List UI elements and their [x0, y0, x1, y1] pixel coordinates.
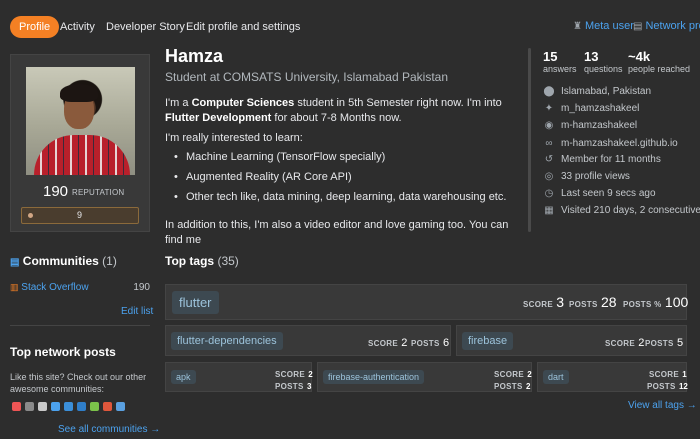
tag-score: SCORE 2	[605, 337, 645, 349]
communities-title: ▤ Communities (1)	[10, 254, 117, 268]
tab-developer-story[interactable]: Developer Story	[106, 16, 185, 38]
history-icon: ↺	[544, 154, 554, 165]
github-icon: ◉	[544, 120, 554, 131]
divider	[10, 325, 150, 326]
info-visited: ▦ Visited 210 days, 2 consecutive	[544, 205, 700, 216]
list-item: Machine Learning (TensorFlow specially)	[174, 151, 506, 171]
stat-answers-label: answers	[543, 64, 577, 74]
list-item: Other tech like, data mining, deep learn…	[174, 191, 506, 211]
user-name: Hamza	[165, 46, 224, 66]
site-icon[interactable]	[103, 402, 112, 411]
location-icon: ⬤	[543, 86, 555, 97]
top-tags-title: Top tags (35)	[165, 254, 239, 268]
tag-score: SCORE 2	[368, 337, 408, 349]
see-all-communities-link[interactable]: See all communities →	[58, 424, 160, 435]
site-icon[interactable]	[64, 402, 73, 411]
tag-posts: POSTS 5	[645, 337, 684, 349]
tag-firebase-authentication[interactable]: firebase-authentication	[323, 370, 425, 384]
network-posts-text: Like this site? Check out our other awes…	[10, 372, 147, 394]
site-icon[interactable]	[77, 402, 86, 411]
community-item[interactable]: ▥ Stack Overflow 190	[10, 282, 150, 293]
info-twitter[interactable]: ✦ m_hamzashakeel	[543, 102, 640, 116]
info-profile-views: ◎ 33 profile views	[544, 171, 630, 182]
tag-score: SCORE 3	[523, 294, 565, 310]
stack-exchange-icon: ▤	[10, 257, 20, 268]
calendar-icon: ▦	[544, 205, 554, 216]
site-icon[interactable]	[38, 402, 47, 411]
community-rep: 190	[133, 282, 150, 293]
site-icon[interactable]	[12, 402, 21, 411]
bronze-badge-icon	[28, 213, 33, 218]
info-member-since: ↺ Member for 11 months	[544, 154, 661, 165]
link-icon: ∞	[545, 138, 553, 149]
meta-user-label: Meta user	[584, 20, 634, 32]
avatar-card: 190 REPUTATION 9	[10, 54, 150, 232]
meta-user-link[interactable]: ♜ Meta user	[573, 20, 634, 32]
tag-posts: POSTS 2	[494, 382, 531, 391]
site-icon[interactable]	[51, 402, 60, 411]
tab-edit-profile[interactable]: Edit profile and settings	[186, 16, 300, 38]
network-profile-link[interactable]: ▤Network profile	[633, 20, 700, 32]
eye-icon: ◎	[544, 171, 554, 182]
tag-row-flutter-dependencies: flutter-dependencies SCORE 2 POSTS 6	[165, 325, 451, 356]
tag-dart[interactable]: dart	[543, 370, 569, 384]
tag-flutter[interactable]: flutter	[172, 291, 219, 314]
info-github[interactable]: ◉ m-hamzashakeel	[543, 119, 638, 133]
tag-posts: POSTS 3	[275, 382, 312, 391]
avatar[interactable]	[26, 67, 135, 175]
tag-row-firebase: firebase SCORE 2 POSTS 5	[456, 325, 687, 356]
tag-row-flutter: flutter SCORE 3 POSTS 28 POSTS % 100	[165, 284, 689, 320]
site-icon[interactable]	[25, 402, 34, 411]
interest-list: Machine Learning (TensorFlow specially) …	[174, 151, 506, 211]
meta-icon: ♜	[573, 21, 582, 32]
stat-questions-value: 13	[584, 49, 599, 64]
site-icon[interactable]	[116, 402, 125, 411]
clock-icon: ◷	[544, 188, 554, 199]
tag-row-firebase-authentication: firebase-authentication SCORE 2 POSTS 2	[317, 362, 532, 392]
bio-paragraph-3: In addition to this, I'm also a video ed…	[165, 219, 509, 246]
tag-flutter-dependencies[interactable]: flutter-dependencies	[171, 332, 283, 350]
stack-exchange-icon: ▤	[633, 21, 643, 32]
stack-overflow-icon: ▥	[10, 282, 19, 292]
list-item: Augmented Reality (AR Core API)	[174, 171, 506, 191]
bio-paragraph-2: I'm really interested to learn:	[165, 132, 303, 144]
tag-posts: POSTS 6	[411, 337, 450, 349]
tab-activity[interactable]: Activity	[60, 16, 95, 38]
network-profile-label: Network profile	[645, 20, 700, 32]
stat-reach-value: ~4k	[628, 49, 651, 64]
tag-row-apk: apk SCORE 2 POSTS 3	[165, 362, 313, 392]
network-posts-title: Top network posts	[10, 345, 116, 359]
info-website[interactable]: ∞ m-hamzashakeel.github.io	[543, 137, 677, 151]
reputation-label: REPUTATION	[72, 188, 125, 197]
tab-profile[interactable]: Profile	[10, 16, 60, 38]
site-icon[interactable]	[90, 402, 99, 411]
reputation-value: 190	[43, 183, 69, 200]
tag-posts: POSTS 28	[569, 294, 617, 310]
stat-questions-label: questions	[584, 64, 623, 74]
tag-posts-percent: POSTS % 100	[623, 294, 689, 310]
tag-posts: POSTS 12	[647, 382, 688, 391]
user-title: Student at COMSATS University, Islamabad…	[165, 70, 449, 84]
edit-communities-link[interactable]: Edit list	[121, 306, 153, 317]
info-location: ⬤ Islamabad, Pakistan	[543, 86, 652, 97]
bronze-badges[interactable]: 9	[21, 207, 139, 224]
twitter-icon: ✦	[544, 103, 554, 114]
tag-row-dart: dart SCORE 1 POSTS 12	[537, 362, 688, 392]
view-all-tags-link[interactable]: View all tags →	[628, 400, 697, 411]
bio-scrollbar[interactable]	[528, 48, 531, 232]
stat-answers-value: 15	[543, 49, 558, 64]
stat-reach-label: people reached	[628, 64, 691, 74]
bronze-badge-count: 9	[77, 210, 83, 220]
tag-firebase[interactable]: firebase	[462, 332, 514, 350]
bio-paragraph-1: I'm a Computer Sciences student in 5th S…	[165, 97, 502, 124]
tag-apk[interactable]: apk	[171, 370, 196, 384]
community-name[interactable]: Stack Overflow	[21, 282, 88, 293]
site-icons	[12, 402, 125, 411]
info-last-seen: ◷ Last seen 9 secs ago	[544, 188, 656, 199]
